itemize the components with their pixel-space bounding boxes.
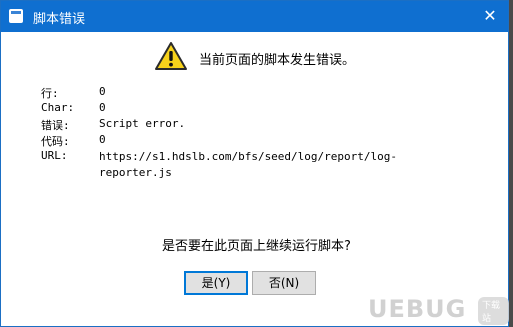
char-label: Char: <box>41 101 75 114</box>
error-message: 当前页面的脚本发生错误。 <box>199 53 356 68</box>
char-value: 0 <box>99 101 106 114</box>
script-error-dialog: 脚本错误 ✕ 当前页面的脚本发生错误。 行: 0 Char: 0 错误: Scr… <box>0 0 509 327</box>
site-watermark: UEBUG 下载站 <box>364 291 509 325</box>
warning-icon <box>155 42 187 70</box>
url-value: https://s1.hdslb.com/bfs/seed/log/report… <box>99 150 398 179</box>
line-value: 0 <box>99 85 106 98</box>
line-label: 行: <box>41 87 59 100</box>
yes-button[interactable]: 是(Y) <box>184 271 248 295</box>
window-title: 脚本错误 <box>33 12 86 27</box>
error-label: 错误: <box>41 119 70 132</box>
code-label: 代码: <box>41 135 70 148</box>
watermark-logo: UEBUG <box>368 295 467 323</box>
close-button[interactable]: ✕ <box>476 4 504 28</box>
script-error-icon <box>9 9 23 23</box>
title-bar[interactable]: 脚本错误 ✕ <box>1 1 508 32</box>
url-label: URL: <box>41 149 68 162</box>
continue-question: 是否要在此页面上继续运行脚本? <box>162 239 351 254</box>
watermark-tag: 下载站 <box>478 297 509 325</box>
error-value: Script error. <box>99 117 186 130</box>
code-value: 0 <box>99 133 106 146</box>
no-button[interactable]: 否(N) <box>252 271 316 295</box>
close-icon: ✕ <box>483 6 497 25</box>
